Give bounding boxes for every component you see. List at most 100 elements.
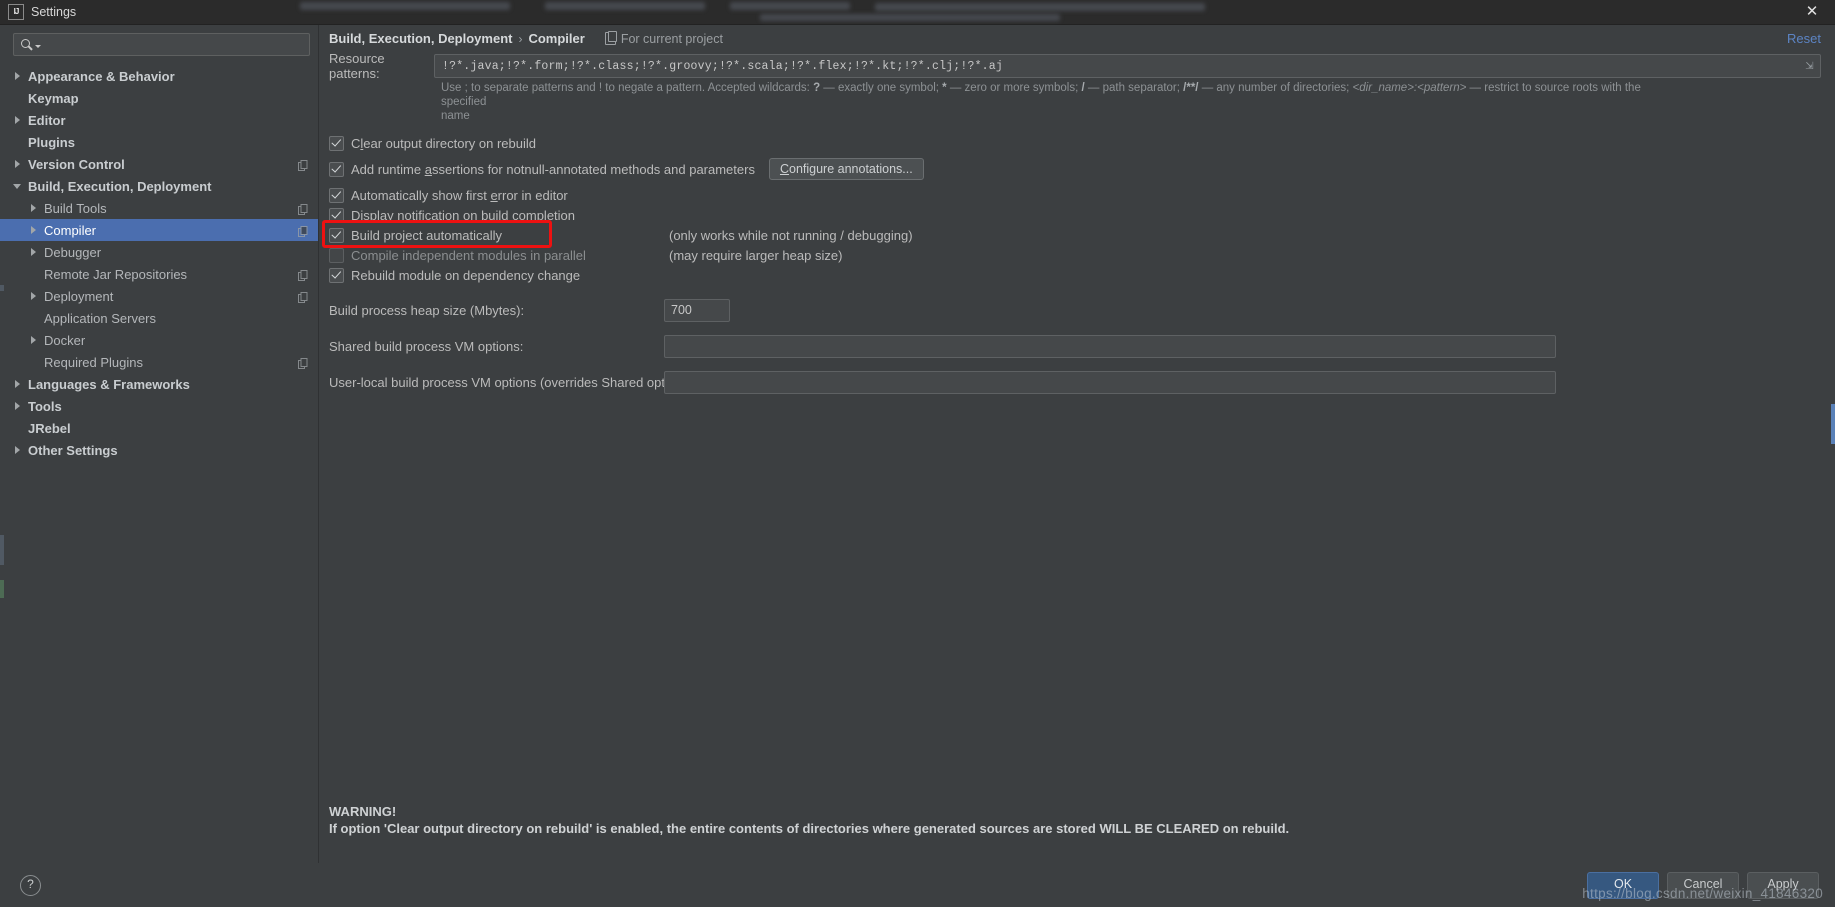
- sidebar-item-compiler[interactable]: Compiler: [0, 219, 318, 241]
- chevron-right-icon[interactable]: [13, 401, 24, 412]
- sidebar-item-build-execution-deployment[interactable]: Build, Execution, Deployment: [0, 175, 318, 197]
- checkbox-icon[interactable]: [329, 228, 344, 243]
- scope-indicator: For current project: [605, 32, 723, 46]
- background-window-artifact: [545, 2, 705, 10]
- help-icon[interactable]: ?: [20, 875, 41, 896]
- close-icon[interactable]: ✕: [1789, 0, 1835, 24]
- breadcrumb-parent[interactable]: Build, Execution, Deployment: [329, 31, 512, 46]
- apply-button[interactable]: Apply: [1747, 872, 1819, 899]
- configure-annotations-button[interactable]: Configure annotations...: [769, 158, 924, 180]
- field-input-wrapper[interactable]: [664, 371, 1556, 394]
- chevron-down-icon[interactable]: [35, 45, 41, 48]
- chevron-right-icon[interactable]: [13, 379, 24, 390]
- sidebar-item-remote-jar-repositories[interactable]: Remote Jar Repositories: [0, 263, 318, 285]
- field-input-wrapper[interactable]: [664, 299, 730, 322]
- field-input[interactable]: [671, 339, 1549, 353]
- checkbox-icon[interactable]: [329, 188, 344, 203]
- field-label: User-local build process VM options (ove…: [329, 375, 697, 390]
- sidebar-item-build-tools[interactable]: Build Tools: [0, 197, 318, 219]
- resource-patterns-hint: Use ; to separate patterns and ! to nega…: [441, 81, 1641, 123]
- project-scope-badge-icon: [298, 269, 308, 280]
- field-row-2: User-local build process VM options (ove…: [329, 371, 1821, 393]
- search-wrapper: [0, 25, 318, 62]
- ok-button[interactable]: OK: [1587, 872, 1659, 899]
- tree-indent-spacer: [13, 137, 24, 148]
- checkbox-icon[interactable]: [329, 136, 344, 151]
- chevron-right-icon[interactable]: [13, 115, 24, 126]
- sidebar-item-required-plugins[interactable]: Required Plugins: [0, 351, 318, 373]
- expand-icon[interactable]: ⇲: [1804, 61, 1815, 72]
- checkbox-label: Display notification on build completion: [351, 208, 575, 223]
- tree-indent-spacer: [13, 423, 24, 434]
- project-scope-badge-icon: [298, 225, 308, 236]
- sidebar-item-jrebel[interactable]: JRebel: [0, 417, 318, 439]
- scope-label: For current project: [621, 32, 723, 46]
- checkbox-row-clear-output-directory-on-rebuild[interactable]: Clear output directory on rebuild: [329, 133, 1821, 153]
- chevron-right-icon[interactable]: [13, 71, 24, 82]
- field-label: Build process heap size (Mbytes):: [329, 303, 524, 318]
- hint-text-d: — path separator;: [1085, 82, 1183, 94]
- sidebar-item-label: Build, Execution, Deployment: [28, 179, 211, 194]
- chevron-right-icon[interactable]: [13, 445, 24, 456]
- checkbox-icon[interactable]: [329, 268, 344, 283]
- title-bar: IJ Settings ✕: [0, 0, 1835, 25]
- chevron-down-icon[interactable]: [13, 181, 24, 192]
- checkbox-label: Clear output directory on rebuild: [351, 136, 536, 151]
- resource-patterns-field[interactable]: ⇲: [434, 54, 1821, 78]
- resource-patterns-input[interactable]: [442, 60, 1798, 73]
- sidebar-item-label: Version Control: [28, 157, 125, 172]
- edge-artifact: [0, 285, 4, 291]
- sidebar-item-other-settings[interactable]: Other Settings: [0, 439, 318, 461]
- checkbox-row-display-notification-on-build-completion[interactable]: Display notification on build completion: [329, 205, 1821, 225]
- checkbox-side-note: (may require larger heap size): [669, 248, 842, 263]
- sidebar-item-label: Tools: [28, 399, 62, 414]
- sidebar-item-appearance-behavior[interactable]: Appearance & Behavior: [0, 65, 318, 87]
- sidebar-item-editor[interactable]: Editor: [0, 109, 318, 131]
- chevron-right-icon[interactable]: [29, 291, 40, 302]
- checkbox-icon[interactable]: [329, 248, 344, 263]
- checkbox-label: Add runtime assertions for notnull-annot…: [351, 162, 755, 177]
- warning-block: WARNING! If option 'Clear output directo…: [329, 803, 1289, 837]
- chevron-right-icon[interactable]: [29, 335, 40, 346]
- project-scope-icon: [605, 32, 616, 45]
- checkbox-row-automatically-show-first-error-in-editor[interactable]: Automatically show first error in editor: [329, 185, 1821, 205]
- sidebar-item-version-control[interactable]: Version Control: [0, 153, 318, 175]
- checkbox-row-build-project-automatically[interactable]: Build project automatically(only works w…: [329, 225, 1821, 245]
- field-input[interactable]: [671, 375, 1549, 389]
- checkbox-row-add-runtime-assertions-for-notnull-annotated-methods-and-parameters[interactable]: Add runtime assertions for notnull-annot…: [329, 159, 1821, 179]
- field-input[interactable]: [671, 303, 723, 317]
- sidebar-item-label: Languages & Frameworks: [28, 377, 190, 392]
- field-row-1: Shared build process VM options:: [329, 335, 1821, 357]
- checkbox-row-compile-independent-modules-in-parallel[interactable]: Compile independent modules in parallel(…: [329, 245, 1821, 265]
- checkbox-icon[interactable]: [329, 208, 344, 223]
- reset-link[interactable]: Reset: [1787, 31, 1821, 46]
- field-input-wrapper[interactable]: [664, 335, 1556, 358]
- sidebar-item-tools[interactable]: Tools: [0, 395, 318, 417]
- checkbox-icon[interactable]: [329, 162, 344, 177]
- search-input[interactable]: [46, 38, 303, 52]
- sidebar-item-application-servers[interactable]: Application Servers: [0, 307, 318, 329]
- sidebar-item-docker[interactable]: Docker: [0, 329, 318, 351]
- tree-indent-spacer: [13, 93, 24, 104]
- scrollbar-thumb[interactable]: [1831, 404, 1835, 444]
- chevron-right-icon[interactable]: [29, 203, 40, 214]
- checkbox-row-rebuild-module-on-dependency-change[interactable]: Rebuild module on dependency change: [329, 265, 1821, 285]
- search-box[interactable]: [13, 33, 310, 56]
- edge-artifact: [0, 580, 4, 598]
- sidebar-item-deployment[interactable]: Deployment: [0, 285, 318, 307]
- chevron-right-icon[interactable]: [13, 159, 24, 170]
- sidebar-item-keymap[interactable]: Keymap: [0, 87, 318, 109]
- sidebar-item-label: Required Plugins: [44, 355, 143, 370]
- sidebar-item-label: Remote Jar Repositories: [44, 267, 187, 282]
- sidebar-item-plugins[interactable]: Plugins: [0, 131, 318, 153]
- edge-artifact: [0, 535, 4, 565]
- settings-tree: Appearance & BehaviorKeymapEditorPlugins…: [0, 62, 318, 863]
- sidebar-item-debugger[interactable]: Debugger: [0, 241, 318, 263]
- main-scrollbar[interactable]: [1831, 49, 1835, 863]
- chevron-right-icon[interactable]: [29, 225, 40, 236]
- sidebar-item-languages-frameworks[interactable]: Languages & Frameworks: [0, 373, 318, 395]
- cancel-button[interactable]: Cancel: [1667, 872, 1739, 899]
- sidebar-item-label: Deployment: [44, 289, 113, 304]
- chevron-right-icon[interactable]: [29, 247, 40, 258]
- settings-dialog: IJ Settings ✕ Appearance & BehaviorKeyma…: [0, 0, 1835, 907]
